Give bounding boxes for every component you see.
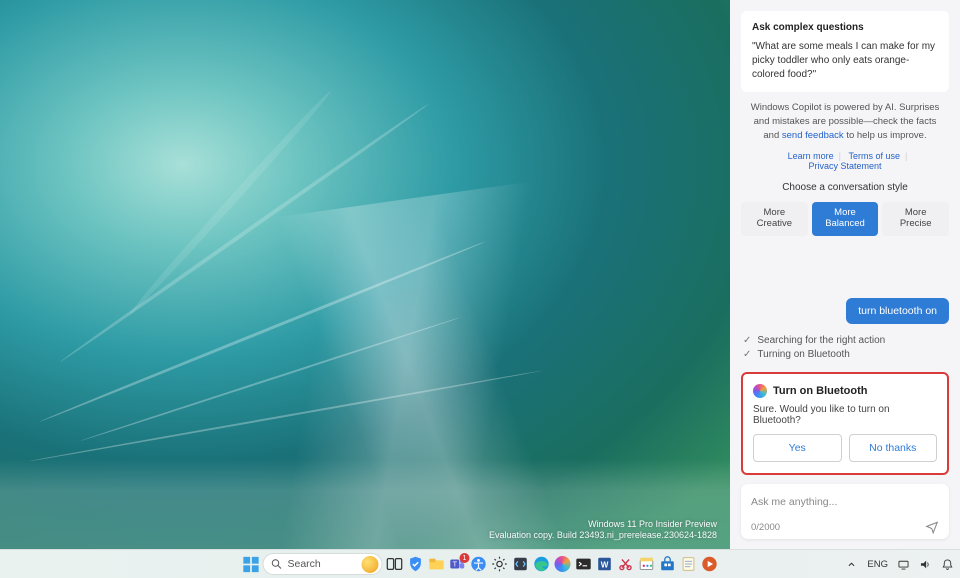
check-icon: ✓ (743, 335, 751, 346)
task-view-icon[interactable] (386, 555, 404, 573)
watermark-line1: Windows 11 Pro Insider Preview (489, 519, 717, 530)
confirm-no-button[interactable]: No thanks (849, 434, 938, 462)
disclaimer: Windows Copilot is powered by AI. Surpri… (741, 101, 949, 142)
char-counter: 0/2000 (751, 522, 780, 533)
paint-icon[interactable] (638, 555, 656, 573)
tray-volume-icon[interactable] (919, 558, 932, 571)
style-label: Choose a conversation style (741, 182, 949, 193)
check-icon: ✓ (743, 349, 751, 360)
send-feedback-link[interactable]: send feedback (782, 130, 844, 141)
style-precise[interactable]: MorePrecise (882, 202, 949, 236)
desktop-wallpaper[interactable]: Windows 11 Pro Insider Preview Evaluatio… (0, 0, 730, 549)
svg-text:T: T (453, 560, 458, 569)
teams-badge: 1 (460, 553, 470, 563)
snip-icon[interactable] (617, 555, 635, 573)
taskbar-search[interactable]: Search (263, 553, 383, 575)
suggestion-card[interactable]: Ask complex questions "What are some mea… (741, 11, 949, 92)
accessibility-icon[interactable] (470, 555, 488, 573)
search-highlight-icon (362, 556, 379, 573)
store-icon[interactable] (659, 555, 677, 573)
tray-language[interactable]: ENG (867, 559, 888, 570)
watermark-line2: Evaluation copy. Build 23493.ni_prerelea… (489, 530, 717, 541)
explorer-icon[interactable] (428, 555, 446, 573)
status-list: ✓ Searching for the right action ✓ Turning… (741, 333, 949, 363)
copilot-icon (753, 384, 767, 398)
confirm-card: Turn on Bluetooth Sure. Would you like t… (741, 372, 949, 475)
word-icon[interactable]: W (596, 555, 614, 573)
svg-text:W: W (601, 561, 609, 570)
style-creative[interactable]: MoreCreative (741, 202, 808, 236)
privacy-link[interactable]: Privacy Statement (808, 161, 881, 171)
taskbar: Search T1 W ENG (0, 549, 960, 578)
send-icon[interactable] (925, 520, 939, 534)
user-message: turn bluetooth on (846, 298, 949, 324)
search-placeholder: Search (288, 558, 321, 570)
style-balanced[interactable]: MoreBalanced (812, 202, 879, 236)
system-tray: ENG (845, 558, 954, 571)
status-1: Searching for the right action (757, 335, 885, 346)
tray-notifications-icon[interactable] (941, 558, 954, 571)
input-card: 0/2000 (741, 484, 949, 539)
security-icon[interactable] (407, 555, 425, 573)
style-row: MoreCreative MoreBalanced MorePrecise (741, 202, 949, 236)
learn-more-link[interactable]: Learn more (788, 151, 834, 161)
teams-icon[interactable]: T1 (449, 555, 467, 573)
start-button[interactable] (242, 555, 260, 573)
tray-chevron-icon[interactable] (845, 558, 858, 571)
copilot-panel: Ask complex questions "What are some mea… (730, 0, 960, 549)
confirm-body: Sure. Would you like to turn on Bluetoot… (753, 404, 937, 426)
status-2: Turning on Bluetooth (757, 349, 849, 360)
edge-icon[interactable] (533, 555, 551, 573)
copilot-taskbar-icon[interactable] (554, 555, 572, 573)
taskbar-center: Search T1 W (242, 553, 719, 575)
watermark: Windows 11 Pro Insider Preview Evaluatio… (489, 519, 717, 542)
confirm-yes-button[interactable]: Yes (753, 434, 842, 462)
terms-link[interactable]: Terms of use (849, 151, 901, 161)
settings-icon[interactable] (491, 555, 509, 573)
chat-input[interactable] (751, 496, 939, 508)
devhome-icon[interactable] (512, 555, 530, 573)
confirm-title: Turn on Bluetooth (773, 385, 868, 397)
suggestion-body: "What are some meals I can make for my p… (752, 40, 938, 82)
tray-network-icon[interactable] (897, 558, 910, 571)
suggestion-title: Ask complex questions (752, 21, 938, 35)
media-player-icon[interactable] (701, 555, 719, 573)
footer-links: Learn more| Terms of use| Privacy Statem… (741, 151, 949, 171)
notepad-icon[interactable] (680, 555, 698, 573)
terminal-icon[interactable] (575, 555, 593, 573)
